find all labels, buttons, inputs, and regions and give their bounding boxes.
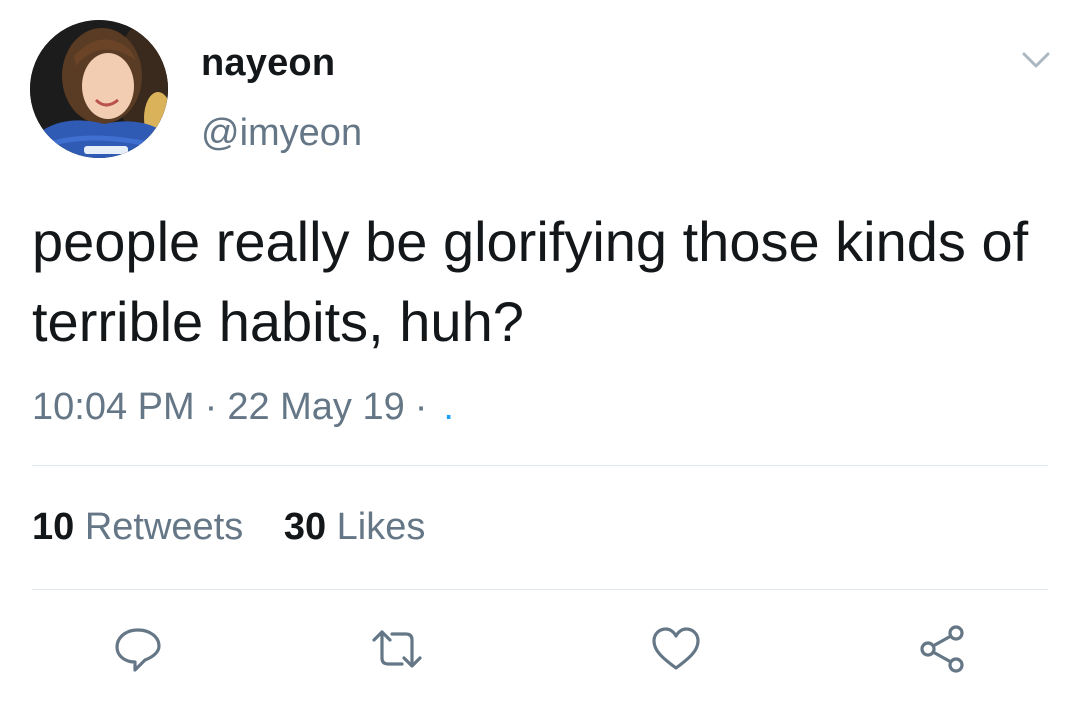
avatar[interactable] <box>30 20 168 158</box>
display-name[interactable]: nayeon <box>201 42 335 85</box>
meta-separator: · <box>414 386 428 428</box>
tweet-text: people really be glorifying those kinds … <box>32 210 1029 353</box>
tweet-date[interactable]: 22 May 19 <box>227 386 404 428</box>
likes-label: Likes <box>336 506 426 548</box>
retweets-count: 10 <box>32 506 75 548</box>
retweet-icon[interactable] <box>370 624 424 674</box>
likes-count: 30 <box>283 506 327 548</box>
heart-icon[interactable] <box>649 624 703 674</box>
avatar-photo <box>30 20 168 158</box>
tweet-source[interactable]: . <box>437 386 454 428</box>
engagement-stats: 10 Retweets 30 Likes <box>32 506 455 549</box>
user-handle[interactable]: @imyeon <box>201 112 362 155</box>
reply-icon[interactable] <box>111 624 165 674</box>
tweet-time[interactable]: 10:04 PM <box>32 386 195 428</box>
meta-separator: · <box>204 386 218 428</box>
chevron-down-icon[interactable] <box>1018 46 1054 74</box>
likes-stat[interactable]: 30 Likes <box>284 506 426 548</box>
divider <box>32 465 1048 466</box>
retweets-stat[interactable]: 10 Retweets <box>32 506 243 548</box>
retweets-label: Retweets <box>84 506 244 548</box>
divider <box>32 589 1048 590</box>
tweet-meta: 10:04 PM · 22 May 19 ·. <box>32 386 454 429</box>
share-icon[interactable] <box>914 624 968 674</box>
